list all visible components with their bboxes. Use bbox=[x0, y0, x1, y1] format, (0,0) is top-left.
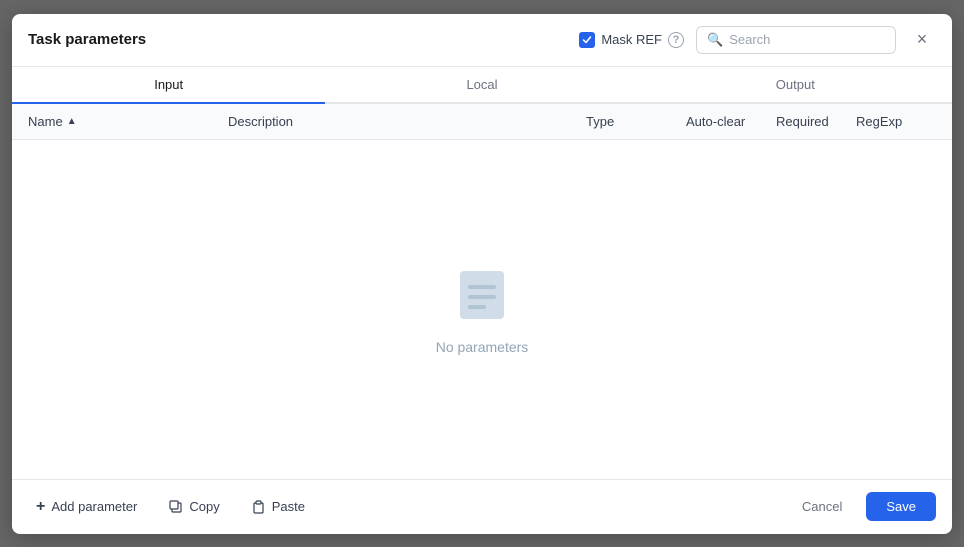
col-type: Type bbox=[586, 114, 686, 129]
dialog-header: Task parameters Mask REF ? 🔍 × bbox=[12, 14, 952, 67]
cancel-button[interactable]: Cancel bbox=[786, 492, 858, 521]
task-parameters-dialog: Task parameters Mask REF ? 🔍 × Input Loc… bbox=[12, 14, 952, 534]
footer-actions-right: Cancel Save bbox=[786, 492, 936, 521]
paste-button[interactable]: Paste bbox=[244, 493, 313, 520]
col-description: Description bbox=[228, 114, 586, 129]
search-input[interactable] bbox=[729, 32, 885, 47]
dialog-title: Task parameters bbox=[28, 31, 146, 48]
save-button[interactable]: Save bbox=[866, 492, 936, 521]
empty-state-icon bbox=[450, 263, 514, 327]
close-button[interactable]: × bbox=[908, 26, 936, 54]
empty-state-text: No parameters bbox=[436, 339, 529, 355]
search-icon: 🔍 bbox=[707, 32, 723, 48]
copy-button[interactable]: Copy bbox=[161, 493, 227, 520]
col-required: Required bbox=[776, 114, 856, 129]
tab-local[interactable]: Local bbox=[325, 67, 638, 104]
plus-icon: + bbox=[36, 498, 45, 516]
col-regexp: RegExp bbox=[856, 114, 936, 129]
mask-ref-group: Mask REF ? bbox=[579, 32, 684, 48]
tabs-bar: Input Local Output bbox=[12, 67, 952, 104]
sort-arrow-icon: ▲ bbox=[67, 116, 77, 127]
help-icon[interactable]: ? bbox=[668, 32, 684, 48]
add-parameter-button[interactable]: + Add parameter bbox=[28, 492, 145, 522]
tab-input[interactable]: Input bbox=[12, 67, 325, 104]
table-header: Name ▲ Description Type Auto-clear Requi… bbox=[12, 104, 952, 140]
copy-icon bbox=[169, 500, 183, 514]
tab-output[interactable]: Output bbox=[639, 67, 952, 104]
mask-ref-checkbox[interactable] bbox=[579, 32, 595, 48]
paste-icon bbox=[252, 500, 266, 514]
mask-ref-label: Mask REF bbox=[601, 32, 662, 47]
col-auto-clear: Auto-clear bbox=[686, 114, 776, 129]
dialog-footer: + Add parameter Copy Paste Cancel bbox=[12, 479, 952, 534]
table-body-empty: No parameters bbox=[12, 140, 952, 479]
col-name: Name ▲ bbox=[28, 114, 228, 129]
footer-actions-left: + Add parameter Copy Paste bbox=[28, 492, 778, 522]
search-box: 🔍 bbox=[696, 26, 896, 54]
